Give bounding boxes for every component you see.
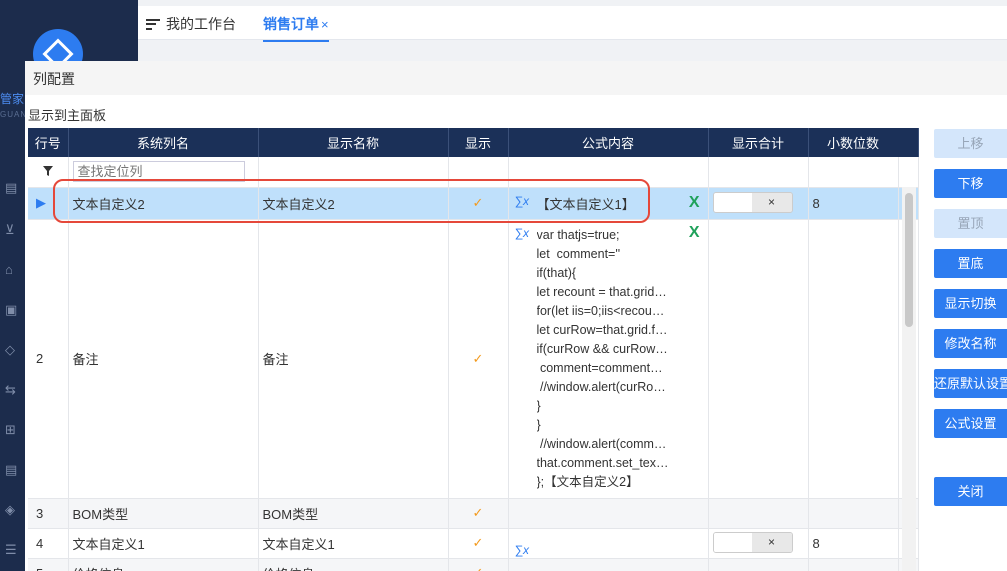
cell-display-name[interactable]: 价格信息 [258,558,449,571]
cell-display-name[interactable]: BOM类型 [258,498,449,529]
warehouse-icon[interactable]: ⌂ [5,262,21,278]
image-icon[interactable]: ▣ [5,302,21,318]
col-header-show-sum[interactable]: 显示合计 [708,128,809,157]
cell-formula[interactable]: ∑x var thatjs=true; let comment='' if(th… [508,219,709,499]
col-header-display-name[interactable]: 显示名称 [258,128,449,157]
move-up-button[interactable]: 上移 [934,129,1007,158]
checkmark-icon[interactable]: ✓ [448,219,509,499]
checkmark-icon[interactable]: ✓ [448,498,509,529]
cell-sys-name[interactable]: 文本自定义2 [68,187,259,220]
diamond-icon[interactable]: ◈ [5,502,21,518]
brand-subtext: GUAN [0,110,28,119]
formula-sigma-icon[interactable]: ∑x [515,543,530,557]
table-row[interactable]: 5 价格信息 价格信息 ✓ [28,558,919,571]
cell-rownum: 2 [28,219,69,499]
cell-decimals[interactable]: 8 [808,528,899,559]
filter-icon[interactable] [28,157,69,188]
menu-icon[interactable] [146,18,160,30]
checkmark-icon[interactable]: ✓ [448,528,509,559]
cell-sys-name[interactable]: BOM类型 [68,498,259,529]
cell-sys-name[interactable]: 备注 [68,219,259,499]
move-to-top-button[interactable]: 置顶 [934,209,1007,238]
cell-decimals[interactable]: 8 [808,187,899,220]
table-row[interactable]: 2 备注 备注 ✓ ∑x var thatjs=true; let commen… [28,219,919,499]
excel-x-icon[interactable]: X [689,194,700,212]
cell-formula[interactable] [508,498,709,529]
tab-label: 我的工作台 [166,16,236,32]
formula-settings-button[interactable]: 公式设置 [934,409,1007,438]
row-pointer-icon: ▶ [28,187,69,220]
checkmark-icon[interactable]: ✓ [448,558,509,571]
toggle-display-button[interactable]: 显示切换 [934,289,1007,318]
close-button[interactable]: 关闭 [934,477,1007,506]
sum-toggle[interactable]: × [712,531,793,553]
close-icon[interactable]: × [321,17,329,32]
sum-toggle[interactable]: × [712,191,793,213]
checkmark-icon[interactable]: ✓ [448,187,509,220]
cell-display-name[interactable]: 文本自定义1 [258,528,449,559]
transfer-icon[interactable]: ⇆ [5,382,21,398]
formula-sigma-icon[interactable]: ∑x [515,226,530,240]
cell-sys-name[interactable]: 价格信息 [68,558,259,571]
column-search-input[interactable] [72,161,245,183]
formula-code: var thatjs=true; let comment='' if(that)… [536,227,669,489]
cell-sys-name[interactable]: 文本自定义1 [68,528,259,559]
rename-button[interactable]: 修改名称 [934,329,1007,358]
shield-icon[interactable]: ◇ [5,342,21,358]
cell-formula[interactable]: ∑x [508,528,709,559]
grid-header: 行号 系统列名 显示名称 显示 公式内容 显示合计 小数位数 [28,128,919,157]
cell-rownum: 5 [28,558,69,571]
table-row[interactable]: 3 BOM类型 BOM类型 ✓ [28,498,919,529]
cell-display-name[interactable]: 备注 [258,219,449,499]
cell-rownum: 4 [28,528,69,559]
calculator-icon[interactable]: ⊞ [5,422,21,438]
col-header-show[interactable]: 显示 [448,128,509,157]
cell-display-name[interactable]: 文本自定义2 [258,187,449,220]
formula-sigma-icon[interactable]: ∑x [515,194,530,208]
section-title: 显示到主面板 [28,108,107,123]
column-config-dialog: 列配置 显示到主面板 行号 系统列名 显示名称 显示 公式内容 显示合计 小数位… [25,61,1007,571]
tab-bar: 我的工作台 销售订单 × [138,0,1007,42]
cart-icon[interactable]: ⊻ [5,222,21,238]
move-to-bottom-button[interactable]: 置底 [934,249,1007,278]
restore-default-button[interactable]: 还原默认设置 [934,369,1007,398]
col-header-sys-name[interactable]: 系统列名 [68,128,259,157]
dialog-title: 列配置 [25,61,1007,95]
tab-label: 销售订单 [263,16,319,32]
scrollbar-thumb[interactable] [905,193,913,327]
move-down-button[interactable]: 下移 [934,169,1007,198]
brand-text: 管家 [0,92,25,106]
cell-formula[interactable]: ∑x 【文本自定义1】 X [508,187,709,220]
cell-rownum: 3 [28,498,69,529]
tab-sales-order[interactable]: 销售订单 × [263,14,329,42]
col-header-rownum[interactable]: 行号 [28,128,69,157]
column-grid: 行号 系统列名 显示名称 显示 公式内容 显示合计 小数位数 ▶ 文本自定义2 [28,128,919,571]
table-row[interactable]: 4 文本自定义1 文本自定义1 ✓ ∑x × 8 [28,528,919,559]
excel-x-icon[interactable]: X [689,224,700,242]
tab-workbench[interactable]: 我的工作台 [146,14,236,34]
vertical-scrollbar[interactable] [902,187,916,571]
list-icon[interactable]: ☰ [5,542,21,558]
document-icon[interactable]: ▤ [5,180,21,196]
col-header-formula[interactable]: 公式内容 [508,128,709,157]
table-row[interactable]: ▶ 文本自定义2 文本自定义2 ✓ ∑x 【文本自定义1】 X × 8 [28,187,919,220]
col-header-decimals[interactable]: 小数位数 [808,128,899,157]
report-icon[interactable]: ▤ [5,462,21,478]
filter-row [28,157,919,188]
